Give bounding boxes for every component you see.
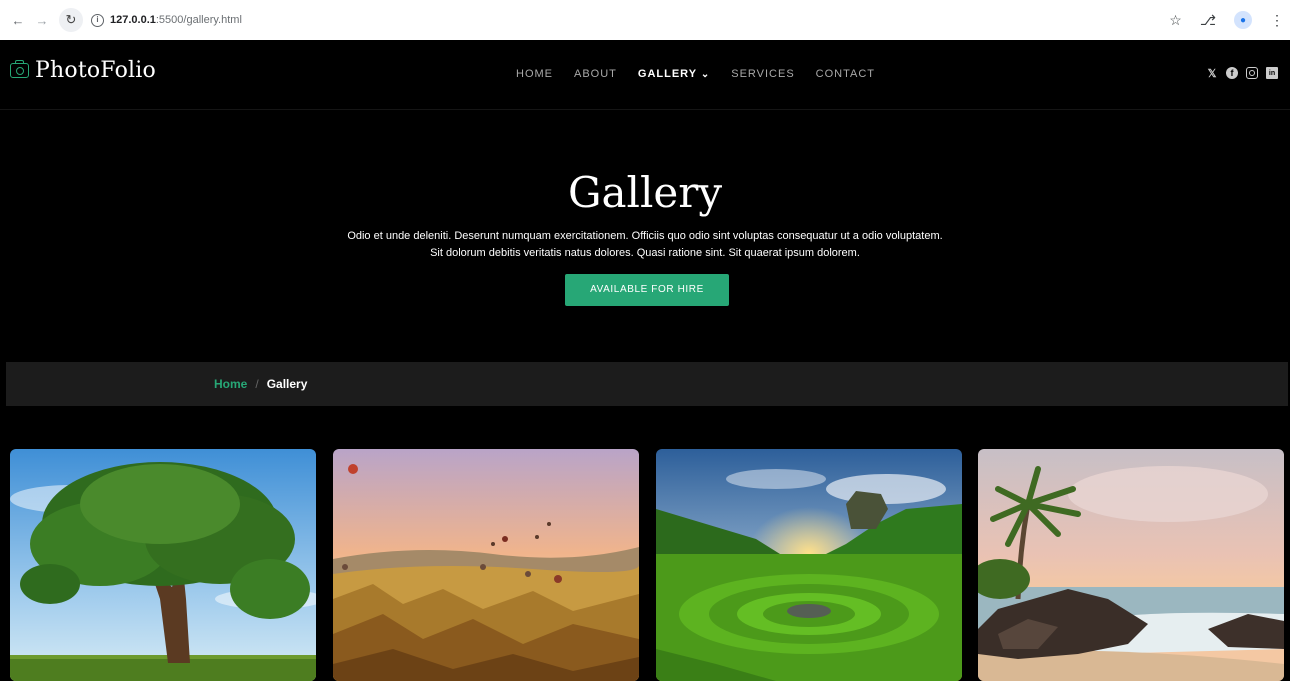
green-valley-sunset-photo xyxy=(656,449,962,681)
back-arrow-icon[interactable]: ← xyxy=(9,13,27,28)
tropical-beach-photo xyxy=(978,449,1284,681)
main-nav: HOME ABOUT GALLERY SERVICES CONTACT xyxy=(516,68,875,80)
url-path: :5500/gallery.html xyxy=(155,14,242,26)
nav-gallery[interactable]: GALLERY xyxy=(638,68,710,80)
breadcrumb-current: Gallery xyxy=(266,377,308,391)
page-title: Gallery xyxy=(567,168,723,217)
breadcrumb: Home / Gallery xyxy=(6,362,1288,406)
bookmark-star-icon[interactable]: ☆ xyxy=(1169,12,1182,29)
hero-section: Gallery Odio et unde deleniti. Deserunt … xyxy=(0,110,1290,362)
breadcrumb-separator: / xyxy=(255,377,259,391)
facebook-icon[interactable]: f xyxy=(1226,67,1238,79)
browser-toolbar: ← → ↻ i 127.0.0.1:5500/gallery.html ☆ ⎇ … xyxy=(0,0,1290,40)
gallery-item-beach[interactable] xyxy=(978,449,1284,681)
logo-text: PhotoFolio xyxy=(35,58,156,83)
gallery-item-balloons[interactable] xyxy=(333,449,639,681)
social-links: 𝕏 f in xyxy=(1206,67,1278,80)
url-host: 127.0.0.1 xyxy=(110,14,156,26)
available-for-hire-button[interactable]: AVAILABLE FOR HIRE xyxy=(565,274,729,306)
nav-about[interactable]: ABOUT xyxy=(574,68,617,80)
tree-photo xyxy=(10,449,316,681)
extensions-icon[interactable]: ⎇ xyxy=(1200,12,1216,29)
linkedin-icon[interactable]: in xyxy=(1266,67,1278,79)
nav-services[interactable]: SERVICES xyxy=(731,68,794,80)
reload-icon[interactable]: ↻ xyxy=(59,8,83,32)
gallery-item-tree[interactable] xyxy=(10,449,316,681)
profile-avatar-icon[interactable]: ● xyxy=(1234,11,1252,29)
site-info-icon[interactable]: i xyxy=(91,13,104,27)
forward-arrow-icon[interactable]: → xyxy=(33,13,51,28)
site-header: PhotoFolio HOME ABOUT GALLERY SERVICES C… xyxy=(0,40,1290,110)
address-bar[interactable]: i 127.0.0.1:5500/gallery.html xyxy=(91,7,242,33)
nav-home[interactable]: HOME xyxy=(516,68,553,80)
balloons-landscape-photo xyxy=(333,449,639,681)
menu-dots-icon[interactable]: ⋮ xyxy=(1270,12,1284,29)
hero-description: Odio et unde deleniti. Deserunt numquam … xyxy=(347,230,943,259)
gallery-item-valley[interactable] xyxy=(656,449,962,681)
x-icon[interactable]: 𝕏 xyxy=(1206,67,1218,80)
breadcrumb-home-link[interactable]: Home xyxy=(214,377,247,391)
url-text[interactable]: 127.0.0.1:5500/gallery.html xyxy=(110,14,242,26)
instagram-icon[interactable] xyxy=(1246,67,1258,79)
nav-contact[interactable]: CONTACT xyxy=(816,68,875,80)
camera-icon xyxy=(10,60,29,78)
logo[interactable]: PhotoFolio xyxy=(10,58,156,83)
gallery-grid xyxy=(0,449,1290,681)
